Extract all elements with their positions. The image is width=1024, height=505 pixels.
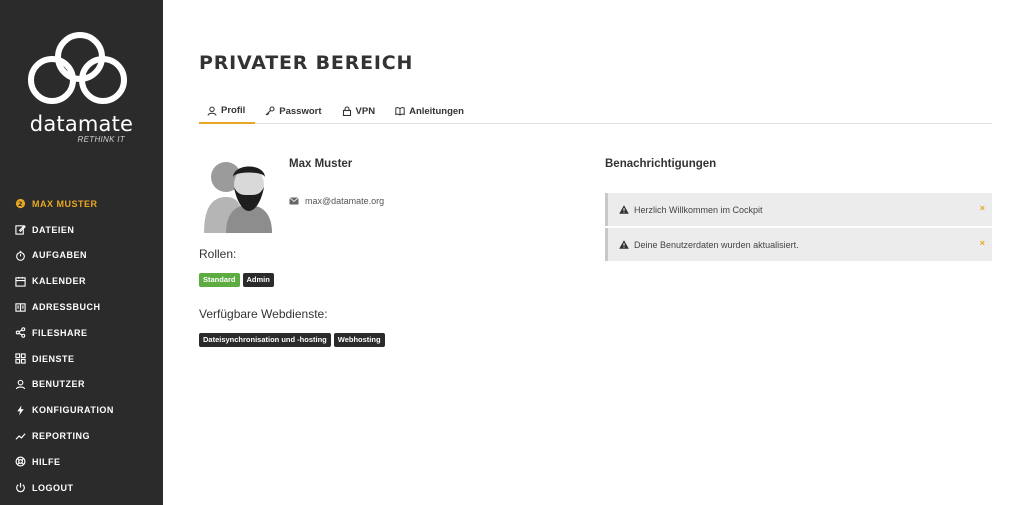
sidebar-item-reporting[interactable]: REPORTING (0, 423, 163, 449)
svg-text:2: 2 (18, 200, 23, 208)
sidebar-item-benutzer[interactable]: BENUTZER (0, 372, 163, 398)
notification-text: Deine Benutzerdaten wurden aktualisiert. (634, 239, 799, 250)
avatar (204, 162, 272, 233)
services-badges: Dateisynchronisation und -hosting Webhos… (199, 333, 385, 347)
lifebuoy-icon (15, 456, 26, 467)
brand-tagline: RETHINK IT (77, 135, 125, 144)
user-icon (207, 106, 217, 116)
mail-icon (289, 197, 299, 205)
sidebar-item-label: FILESHARE (32, 327, 88, 338)
service-badge-sync: Dateisynchronisation und -hosting (199, 333, 331, 347)
email-row: max@datamate.org (289, 196, 384, 206)
sidebar-item-label: KONFIGURATION (32, 405, 114, 416)
power-icon (15, 482, 26, 493)
warning-icon (619, 205, 629, 214)
sidebar-item-label: LOGOUT (32, 482, 74, 493)
sidebar-item-fileshare[interactable]: FILESHARE (0, 320, 163, 346)
tab-anleitungen[interactable]: Anleitungen (387, 99, 474, 123)
user-name: Max Muster (289, 158, 353, 170)
trend-icon (15, 431, 26, 442)
sidebar-item-label: DATEIEN (32, 224, 75, 235)
users-icon (15, 379, 26, 390)
sidebar-item-label: DIENSTE (32, 353, 75, 364)
close-icon[interactable]: × (980, 238, 985, 248)
edit-file-icon (15, 224, 26, 235)
stopwatch-icon (15, 250, 26, 261)
address-book-icon (15, 302, 26, 313)
sidebar-item-label: KALENDER (32, 276, 87, 287)
notification-text: Herzlich Willkommen im Cockpit (634, 204, 763, 215)
tab-label: Anleitungen (409, 105, 464, 117)
sidebar-nav: 2 MAX MUSTER DATEIEN AUFGABEN KALENDER A… (0, 191, 163, 501)
notification-item: Herzlich Willkommen im Cockpit × (605, 193, 992, 226)
sidebar-item-label: BENUTZER (32, 379, 85, 390)
sidebar-item-logout[interactable]: LOGOUT (0, 475, 163, 501)
user-email: max@datamate.org (305, 196, 385, 206)
roles-label: Rollen: (199, 247, 237, 261)
warning-icon (619, 240, 629, 249)
tab-bar: Profil Passwort VPN Anleitungen (199, 99, 992, 124)
tab-passwort[interactable]: Passwort (257, 99, 331, 123)
sidebar-item-hilfe[interactable]: HILFE (0, 449, 163, 475)
tab-label: VPN (355, 105, 376, 117)
lock-icon (342, 106, 352, 116)
service-badge-webhosting: Webhosting (333, 333, 385, 347)
sidebar-item-adressbuch[interactable]: ADRESSBUCH (0, 294, 163, 320)
close-icon[interactable]: × (980, 203, 985, 213)
grid-icon (15, 353, 26, 364)
services-label: Verfügbare Webdienste: (199, 307, 328, 321)
role-badge-admin: Admin (242, 273, 274, 287)
sidebar-item-aufgaben[interactable]: AUFGABEN (0, 243, 163, 269)
sidebar-item-label: AUFGABEN (32, 250, 87, 261)
sidebar-item-kalender[interactable]: KALENDER (0, 268, 163, 294)
page-title: PRIVATER BEREICH (199, 52, 414, 74)
sidebar-item-label: HILFE (32, 456, 61, 467)
user-badge-icon: 2 (15, 198, 26, 209)
tab-vpn[interactable]: VPN (334, 99, 386, 123)
sidebar-item-max-muster[interactable]: 2 MAX MUSTER (0, 191, 163, 217)
sidebar-item-label: ADRESSBUCH (32, 302, 101, 313)
sidebar-item-label: MAX MUSTER (32, 198, 98, 209)
notification-item: Deine Benutzerdaten wurden aktualisiert.… (605, 228, 992, 261)
bolt-icon (15, 405, 26, 416)
cloud-logo-icon (28, 32, 127, 104)
book-icon (395, 106, 405, 116)
sidebar: datamate RETHINK IT 2 MAX MUSTER DATEIEN… (0, 0, 163, 505)
notifications-title: Benachrichtigungen (605, 158, 717, 170)
key-icon (265, 106, 275, 116)
roles-badges: Standard Admin (199, 273, 274, 287)
sidebar-item-dienste[interactable]: DIENSTE (0, 346, 163, 372)
tab-profil[interactable]: Profil (199, 99, 256, 124)
calendar-icon (15, 276, 26, 287)
tab-label: Passwort (279, 105, 322, 117)
sidebar-item-konfiguration[interactable]: KONFIGURATION (0, 397, 163, 423)
role-badge-standard: Standard (199, 273, 240, 287)
sidebar-item-dateien[interactable]: DATEIEN (0, 217, 163, 243)
sidebar-item-label: REPORTING (32, 431, 91, 442)
tab-label: Profil (221, 105, 246, 116)
share-icon (15, 327, 26, 339)
brand-name: datamate (29, 112, 134, 136)
